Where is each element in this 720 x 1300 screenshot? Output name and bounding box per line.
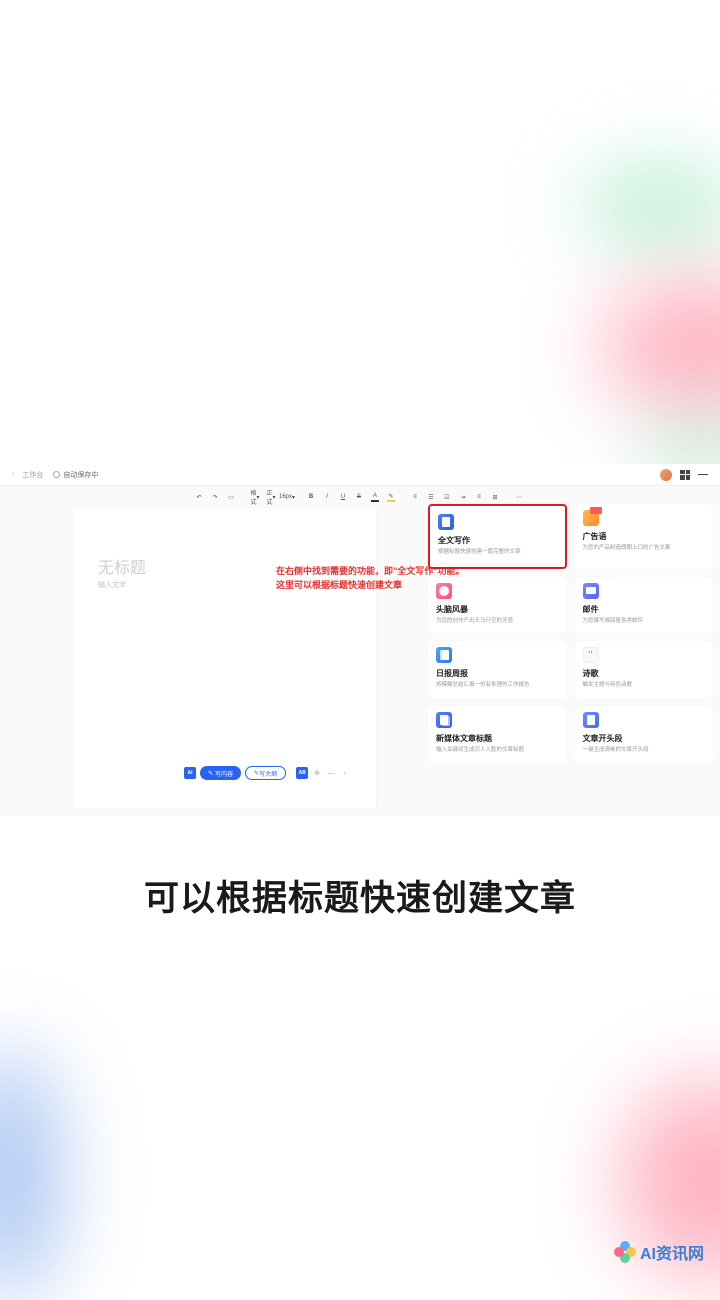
template-panel: 全文写作 根据标题快速创建一篇完整的文章 广告语 为您的产品制造朗朗上口的广告文… — [428, 504, 713, 763]
card-desc: 为您的产品制造朗朗上口的广告文案 — [583, 545, 706, 553]
card-desc: 将模糊总结汇报一份有条理的工作报告 — [436, 682, 559, 690]
mail-icon — [583, 583, 599, 599]
card-title: 日报周报 — [436, 668, 559, 679]
media-icon — [436, 712, 452, 728]
template-card-report[interactable]: 日报周报 将模糊总结汇报一份有条理的工作报告 — [428, 641, 567, 698]
ai-action-bar: AI ✎ 写内容 ✎ 写大纲 AB ⊕ — › — [184, 766, 350, 780]
editor-toolbar: ↶ ↷ ▭ 格式 ▾ 正式 ▾ 16px ▾ B I U S A ✎ ≡ ☰ ☑… — [195, 489, 515, 505]
template-card-fullwrite[interactable]: 全文写作 根据标题快速创建一篇完整的文章 — [428, 504, 567, 569]
card-desc: 根据标题快速创建一篇完整的文章 — [438, 549, 557, 557]
avatar[interactable] — [660, 469, 672, 481]
template-card-mail[interactable]: 邮件 为您撰写或回复各类邮件 — [575, 577, 714, 634]
write-content-button[interactable]: ✎ 写内容 — [200, 766, 241, 780]
card-title: 邮件 — [583, 604, 706, 615]
card-desc: 一键生成清晰的文章开头段 — [583, 747, 706, 755]
card-title: 头脑风暴 — [436, 604, 559, 615]
tool-icon[interactable]: ⊕ — [312, 768, 322, 778]
highlight-button[interactable]: ✎ — [387, 492, 395, 502]
strike-button[interactable]: S — [355, 492, 363, 502]
template-card-media-title[interactable]: 新媒体文章标题 输入关键词生成引人入胜的文章标题 — [428, 706, 567, 763]
tool-icon[interactable]: — — [326, 768, 336, 778]
format-paint-icon[interactable]: ▭ — [227, 492, 235, 502]
undo-button[interactable]: ↶ — [195, 492, 203, 502]
video-caption: 可以根据标题快速创建文章 — [0, 870, 720, 921]
document-canvas[interactable]: 无标题 输入文字 AI ✎ 写内容 ✎ 写大纲 AB ⊕ — › — [74, 508, 376, 808]
table-icon[interactable]: ⊞ — [491, 492, 499, 502]
format-dropdown[interactable]: 格式 ▾ — [251, 492, 259, 502]
app-screenshot: ‹ 工作台 自动保存中 ↶ ↷ ▭ 格式 ▾ 正式 ▾ 16px ▾ B I U… — [0, 464, 720, 816]
bg-blob — [0, 1050, 60, 1300]
redo-button[interactable]: ↷ — [211, 492, 219, 502]
breadcrumb[interactable]: 工作台 — [22, 470, 43, 480]
fullwrite-icon — [438, 514, 454, 530]
poem-icon — [583, 647, 599, 663]
card-title: 全文写作 — [438, 535, 557, 546]
topbar: ‹ 工作台 自动保存中 — [0, 464, 720, 486]
document-title-input[interactable]: 无标题 — [98, 554, 146, 578]
indent-icon[interactable]: ⇥ — [459, 492, 467, 502]
ad-icon — [583, 510, 599, 526]
template-card-intro[interactable]: 文章开头段 一键生成清晰的文章开头段 — [575, 706, 714, 763]
template-card-poem[interactable]: 诗歌 触发主题与特色诗歌 — [575, 641, 714, 698]
report-icon — [436, 647, 452, 663]
autosave-label: 自动保存中 — [63, 470, 98, 480]
card-desc: 触发主题与特色诗歌 — [583, 682, 706, 690]
autosave-indicator: 自动保存中 — [53, 470, 98, 480]
intro-icon — [583, 712, 599, 728]
card-title: 新媒体文章标题 — [436, 733, 559, 744]
minimize-icon[interactable] — [698, 474, 708, 475]
align-icon[interactable]: ≡ — [475, 492, 483, 502]
bg-blob — [600, 280, 720, 410]
watermark-text: AI资讯网 — [640, 1240, 704, 1264]
underline-button[interactable]: U — [339, 492, 347, 502]
ai-badge: AI — [184, 767, 196, 779]
numberlist-icon[interactable]: ☰ — [427, 492, 435, 502]
card-title: 诗歌 — [583, 668, 706, 679]
card-title: 文章开头段 — [583, 733, 706, 744]
apps-grid-icon[interactable] — [680, 470, 690, 480]
textcolor-button[interactable]: A — [371, 492, 379, 502]
italic-button[interactable]: I — [323, 492, 331, 502]
more-icon[interactable]: ⋯ — [515, 492, 523, 502]
ab-badge: AB — [296, 767, 308, 779]
chevron-right-icon[interactable]: › — [340, 768, 350, 778]
template-card-ad[interactable]: 广告语 为您的产品制造朗朗上口的广告文案 — [575, 504, 714, 569]
template-card[interactable] — [575, 794, 714, 816]
style-dropdown[interactable]: 正式 ▾ — [267, 492, 275, 502]
cloud-icon — [53, 471, 60, 478]
back-button[interactable]: ‹ — [12, 471, 14, 478]
document-body-input[interactable]: 输入文字 — [98, 580, 126, 590]
watermark: AI资讯网 — [614, 1240, 704, 1264]
write-outline-button[interactable]: ✎ 写大纲 — [245, 766, 286, 780]
bg-blob — [580, 170, 720, 240]
fontsize-dropdown[interactable]: 16px ▾ — [283, 492, 291, 502]
card-desc: 为您的创作产出天马行空的灵感 — [436, 618, 559, 626]
template-panel-row — [428, 794, 713, 816]
brain-icon — [436, 583, 452, 599]
card-title: 广告语 — [583, 531, 706, 542]
watermark-logo-icon — [614, 1241, 636, 1263]
card-desc: 输入关键词生成引人入胜的文章标题 — [436, 747, 559, 755]
checklist-icon[interactable]: ☑ — [443, 492, 451, 502]
template-card[interactable] — [428, 794, 567, 816]
bold-button[interactable]: B — [307, 492, 315, 502]
card-desc: 为您撰写或回复各类邮件 — [583, 618, 706, 626]
bulletlist-icon[interactable]: ≡ — [411, 492, 419, 502]
template-card-brainstorm[interactable]: 头脑风暴 为您的创作产出天马行空的灵感 — [428, 577, 567, 634]
